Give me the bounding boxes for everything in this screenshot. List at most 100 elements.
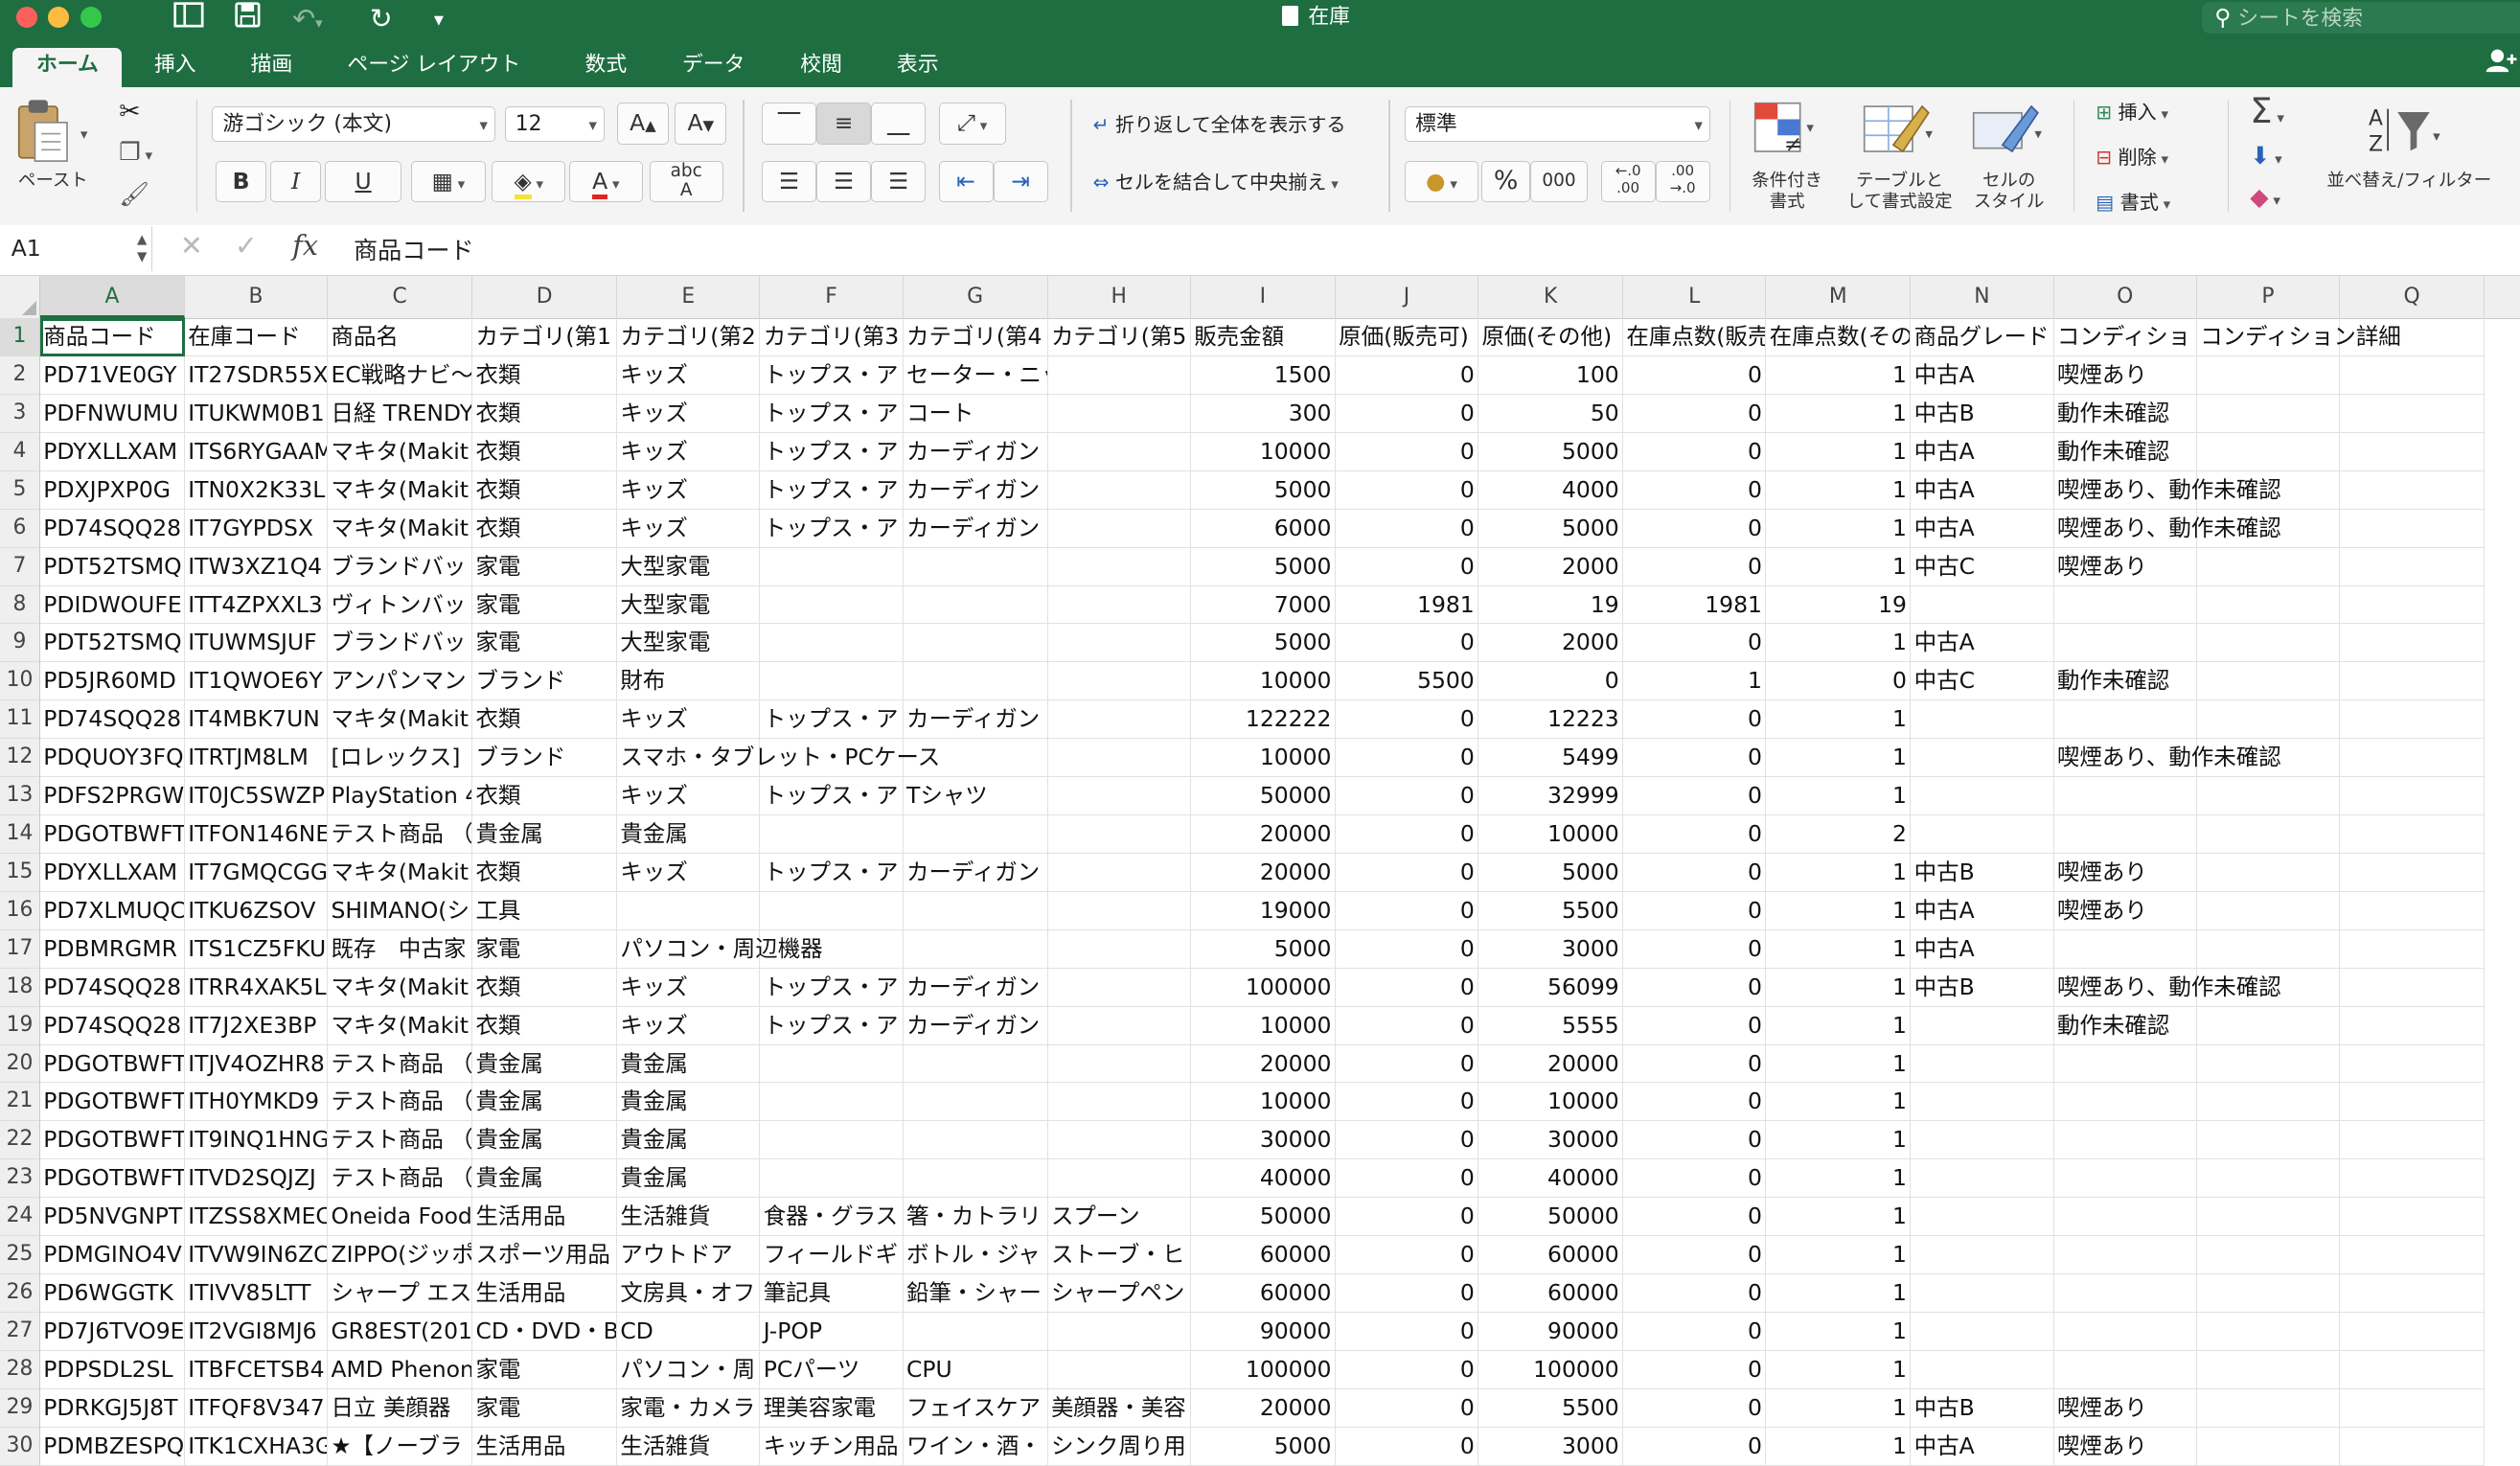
cell-n13[interactable] bbox=[1911, 777, 2054, 816]
cell-o26[interactable] bbox=[2053, 1274, 2197, 1313]
row-header[interactable]: 12 bbox=[0, 739, 40, 778]
cell-n4[interactable]: 中古A bbox=[1911, 432, 2054, 471]
cell-o24[interactable] bbox=[2053, 1198, 2197, 1237]
cell-n9[interactable]: 中古A bbox=[1911, 624, 2054, 663]
cell-e7[interactable]: 大型家電 bbox=[617, 547, 761, 586]
paste-button[interactable] bbox=[12, 97, 77, 174]
cell-d3[interactable]: 衣類 bbox=[472, 394, 618, 433]
cell-h26[interactable]: シャープペン bbox=[1047, 1274, 1191, 1313]
borders-icon[interactable]: ▦ ▾ bbox=[411, 160, 486, 203]
cell-j28[interactable]: 0 bbox=[1335, 1350, 1479, 1389]
column-header-i[interactable]: I bbox=[1191, 276, 1336, 319]
cell-n23[interactable] bbox=[1911, 1159, 2054, 1199]
cell-h1[interactable]: カテゴリ(第5 bbox=[1047, 318, 1191, 356]
cell-i22[interactable]: 30000 bbox=[1190, 1121, 1336, 1160]
cell-j15[interactable]: 0 bbox=[1335, 853, 1479, 892]
cell-m30[interactable]: 1 bbox=[1766, 1427, 1912, 1466]
cell-n29[interactable]: 中古B bbox=[1911, 1388, 2054, 1428]
text-orientation-icon[interactable]: ⤢ ▾ bbox=[938, 103, 1006, 145]
sheet-search-input[interactable]: ⚲ シートを検索 bbox=[2201, 1, 2520, 34]
cell-f24[interactable]: 食器・グラス bbox=[760, 1198, 904, 1237]
cell-e12[interactable]: スマホ・タブレット・PCケース bbox=[617, 739, 940, 778]
cell-l4[interactable]: 0 bbox=[1623, 432, 1767, 471]
cell-j3[interactable]: 0 bbox=[1335, 394, 1479, 433]
cell-b1[interactable]: 在庫コード bbox=[184, 318, 329, 356]
cancel-entry-icon[interactable]: ✕ bbox=[180, 230, 203, 262]
sidebar-toggle-icon[interactable] bbox=[173, 0, 204, 38]
close-window-button[interactable] bbox=[15, 6, 37, 28]
tab-view[interactable]: 表示 bbox=[874, 48, 961, 86]
row-header[interactable]: 8 bbox=[0, 585, 40, 625]
cell-j8[interactable]: 1981 bbox=[1335, 585, 1479, 625]
column-header-m[interactable]: M bbox=[1766, 276, 1912, 319]
thousands-button[interactable]: 000 bbox=[1529, 160, 1589, 203]
cell-g1[interactable]: カテゴリ(第4 bbox=[903, 318, 1048, 356]
cell-o9[interactable] bbox=[2053, 624, 2197, 663]
cell-p10[interactable] bbox=[2196, 662, 2341, 701]
cell-q6[interactable] bbox=[2340, 509, 2486, 548]
cell-p11[interactable] bbox=[2196, 700, 2341, 740]
cell-i28[interactable]: 100000 bbox=[1190, 1350, 1336, 1389]
fill-color-icon[interactable]: ◈ ▾ bbox=[492, 160, 566, 203]
cell-k5[interactable]: 4000 bbox=[1478, 470, 1624, 510]
cell-h19[interactable] bbox=[1047, 1006, 1191, 1045]
insert-cells-button[interactable]: ⊞ 挿入 ▾ bbox=[2096, 97, 2168, 125]
cell-l24[interactable]: 0 bbox=[1623, 1198, 1767, 1237]
cell-k19[interactable]: 5555 bbox=[1478, 1006, 1624, 1045]
decrease-indent-icon[interactable]: ⇤ bbox=[938, 160, 994, 203]
cell-i21[interactable]: 10000 bbox=[1190, 1083, 1336, 1122]
cell-a24[interactable]: PD5NVGNPT bbox=[39, 1198, 185, 1237]
cell-k16[interactable]: 5500 bbox=[1478, 891, 1624, 930]
cell-c6[interactable]: マキタ(Makit bbox=[328, 509, 473, 548]
cell-f4[interactable]: トップス・ア bbox=[760, 432, 904, 471]
cell-e14[interactable]: 貴金属 bbox=[617, 815, 761, 854]
cell-n7[interactable]: 中古C bbox=[1911, 547, 2054, 586]
cell-p8[interactable] bbox=[2196, 585, 2341, 625]
cell-g4[interactable]: カーディガン bbox=[903, 432, 1048, 471]
cell-m29[interactable]: 1 bbox=[1766, 1388, 1912, 1428]
cell-d30[interactable]: 生活用品 bbox=[472, 1427, 618, 1466]
cell-g26[interactable]: 鉛筆・シャー bbox=[903, 1274, 1048, 1313]
cell-q9[interactable] bbox=[2340, 624, 2486, 663]
cell-o17[interactable] bbox=[2053, 929, 2197, 969]
cell-q18[interactable] bbox=[2340, 968, 2486, 1007]
cell-e23[interactable]: 貴金属 bbox=[617, 1159, 761, 1199]
cell-c16[interactable]: SHIMANO(シ bbox=[328, 891, 473, 930]
cell-c19[interactable]: マキタ(Makit bbox=[328, 1006, 473, 1045]
cell-e2[interactable]: キッズ bbox=[617, 356, 761, 395]
cell-o4[interactable]: 動作未確認 bbox=[2053, 432, 2197, 471]
cell-g21[interactable] bbox=[903, 1083, 1048, 1122]
cell-f29[interactable]: 理美容家電 bbox=[760, 1388, 904, 1428]
cell-p17[interactable] bbox=[2196, 929, 2341, 969]
cell-g5[interactable]: カーディガン bbox=[903, 470, 1048, 510]
conditional-format-button[interactable]: ≠ ▾ bbox=[1749, 97, 1820, 168]
formula-input[interactable]: 商品コード bbox=[354, 232, 474, 266]
cell-d12[interactable]: ブランド bbox=[472, 739, 618, 778]
cell-c30[interactable]: ★【ノーブラ bbox=[328, 1427, 473, 1466]
cell-j10[interactable]: 5500 bbox=[1335, 662, 1479, 701]
cell-q12[interactable] bbox=[2340, 739, 2486, 778]
fill-down-icon[interactable]: ⬇ ▾ bbox=[2250, 142, 2281, 170]
cell-d10[interactable]: ブランド bbox=[472, 662, 618, 701]
percent-button[interactable]: % bbox=[1481, 160, 1530, 203]
cell-h20[interactable] bbox=[1047, 1044, 1191, 1084]
cell-i5[interactable]: 5000 bbox=[1190, 470, 1336, 510]
cell-o10[interactable]: 動作未確認 bbox=[2053, 662, 2197, 701]
column-header-c[interactable]: C bbox=[328, 276, 473, 319]
cell-h12[interactable] bbox=[1047, 739, 1191, 778]
cell-f1[interactable]: カテゴリ(第3 bbox=[760, 318, 904, 356]
cell-q13[interactable] bbox=[2340, 777, 2486, 816]
cell-g3[interactable]: コート bbox=[903, 394, 1048, 433]
tab-formulas[interactable]: 数式 bbox=[562, 48, 650, 86]
cell-d5[interactable]: 衣類 bbox=[472, 470, 618, 510]
cell-i13[interactable]: 50000 bbox=[1190, 777, 1336, 816]
cell-n12[interactable] bbox=[1911, 739, 2054, 778]
format-painter-icon[interactable]: 🖌 bbox=[119, 180, 149, 209]
cell-l14[interactable]: 0 bbox=[1623, 815, 1767, 854]
cell-a8[interactable]: PDIDWOUFE bbox=[39, 585, 185, 625]
cell-e30[interactable]: 生活雑貨 bbox=[617, 1427, 761, 1466]
cell-o27[interactable] bbox=[2053, 1313, 2197, 1351]
cell-m11[interactable]: 1 bbox=[1766, 700, 1912, 740]
cell-q24[interactable] bbox=[2340, 1198, 2486, 1237]
cell-b15[interactable]: IT7GMQCGG bbox=[184, 853, 329, 892]
